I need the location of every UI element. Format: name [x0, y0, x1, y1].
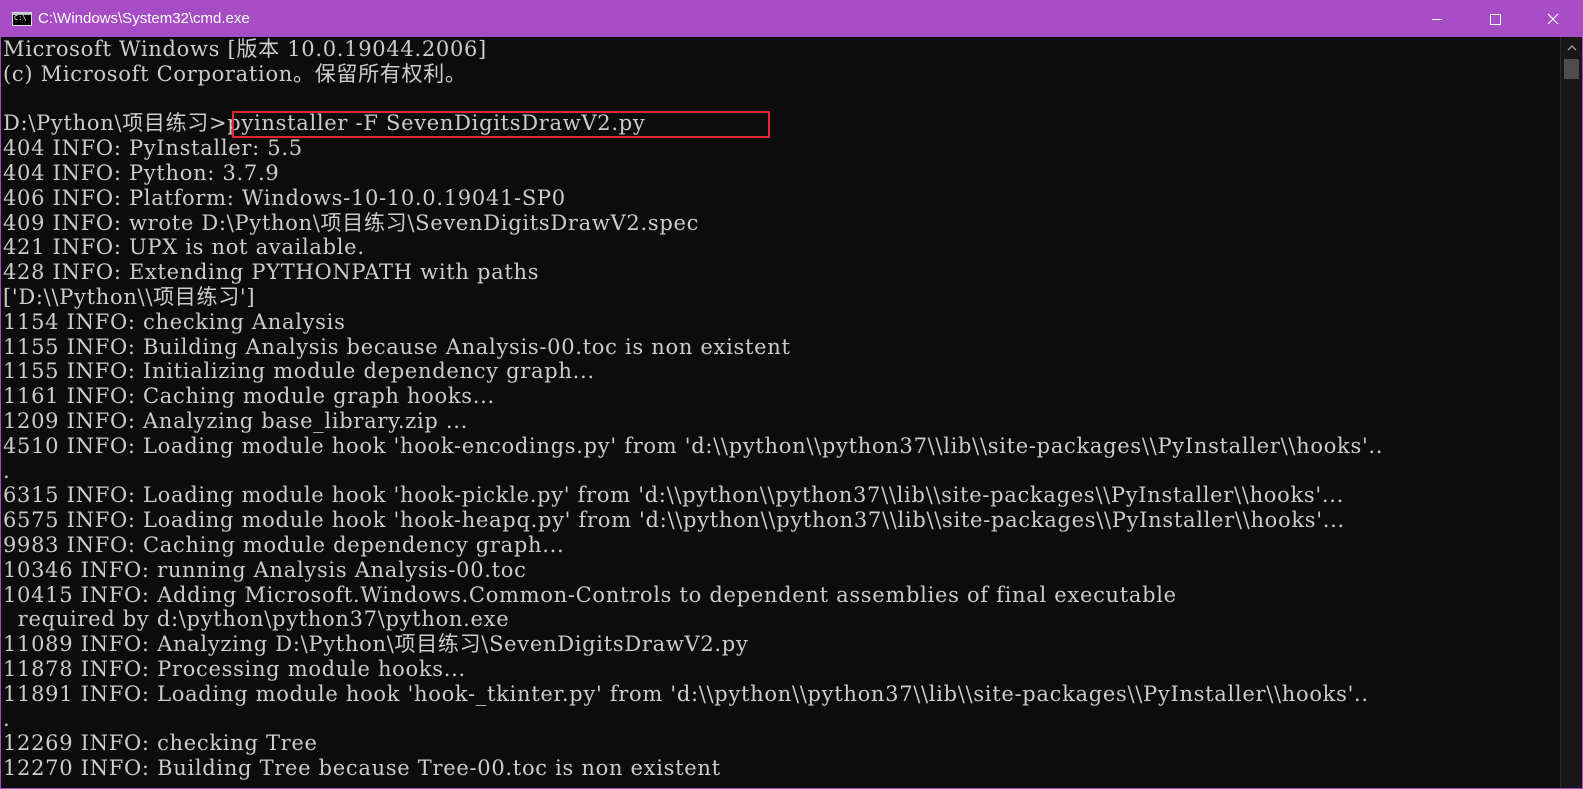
console-line: 9983 INFO: Caching module dependency gra…: [3, 532, 565, 557]
console-line: 6575 INFO: Loading module hook 'hook-hea…: [3, 508, 1345, 533]
console-line: 11891 INFO: Loading module hook 'hook-_t…: [3, 681, 1369, 706]
console-line: (c) Microsoft Corporation。保留所有权利。: [3, 61, 467, 86]
console-line: 10346 INFO: running Analysis Analysis-00…: [3, 557, 527, 582]
console-line: 1209 INFO: Analyzing base_library.zip ..…: [3, 408, 469, 433]
console-line: 404 INFO: Python: 3.7.9: [3, 160, 280, 185]
console-line: 1161 INFO: Caching module graph hooks...: [3, 384, 495, 409]
cmd-window: C:\ C:\Windows\System32\cmd.exe Microsof: [0, 0, 1583, 789]
close-icon: [1547, 13, 1559, 24]
console-line: 6315 INFO: Loading module hook 'hook-pic…: [3, 483, 1344, 508]
console-line: Microsoft Windows [版本 10.0.19044.2006]: [3, 37, 487, 61]
console-line: 12269 INFO: checking Tree: [3, 731, 318, 756]
console-line: ['D:\\Python\\项目练习']: [3, 284, 256, 309]
console-line: 1154 INFO: checking Analysis: [3, 309, 346, 334]
scroll-up-arrow[interactable]: [1561, 37, 1582, 57]
console-line: D:\Python\项目练习>pyinstaller -F SevenDigit…: [3, 111, 646, 136]
console-line: required by d:\python\python37\python.ex…: [3, 607, 510, 632]
console-line: 10415 INFO: Adding Microsoft.Windows.Com…: [3, 582, 1177, 607]
console-line: 11878 INFO: Processing module hooks...: [3, 656, 466, 681]
console-line: 406 INFO: Platform: Windows-10-10.0.1904…: [3, 185, 566, 210]
minimize-button[interactable]: [1408, 0, 1466, 37]
console-line: 11089 INFO: Analyzing D:\Python\项目练习\Sev…: [3, 632, 749, 657]
console-line: 421 INFO: UPX is not available.: [3, 235, 365, 260]
close-button[interactable]: [1524, 0, 1582, 37]
scroll-thumb[interactable]: [1564, 59, 1579, 79]
console-output[interactable]: Microsoft Windows [版本 10.0.19044.2006] (c…: [1, 37, 1545, 788]
window-title: C:\Windows\System32\cmd.exe: [38, 10, 250, 27]
chevron-up-icon: [1567, 44, 1576, 50]
maximize-icon: [1490, 13, 1501, 25]
console-line: 1155 INFO: Initializing module dependenc…: [3, 359, 595, 384]
console-line: 404 INFO: PyInstaller: 5.5: [3, 136, 303, 161]
console-line: 1155 INFO: Building Analysis because Ana…: [3, 334, 791, 359]
console-line: .: [3, 458, 11, 483]
window-controls: [1408, 0, 1582, 37]
console-line: .: [3, 706, 11, 731]
title-bar[interactable]: C:\ C:\Windows\System32\cmd.exe: [1, 0, 1582, 37]
console-line: 4510 INFO: Loading module hook 'hook-enc…: [3, 433, 1384, 458]
cmd-icon: C:\: [12, 11, 32, 26]
vertical-scrollbar[interactable]: [1560, 37, 1582, 788]
console-line: 12270 INFO: Building Tree because Tree-0…: [3, 756, 721, 781]
maximize-button[interactable]: [1466, 0, 1524, 37]
console-line: 428 INFO: Extending PYTHONPATH with path…: [3, 260, 540, 285]
minimize-icon: [1432, 18, 1442, 20]
console-line: 409 INFO: wrote D:\Python\项目练习\SevenDigi…: [3, 210, 700, 235]
